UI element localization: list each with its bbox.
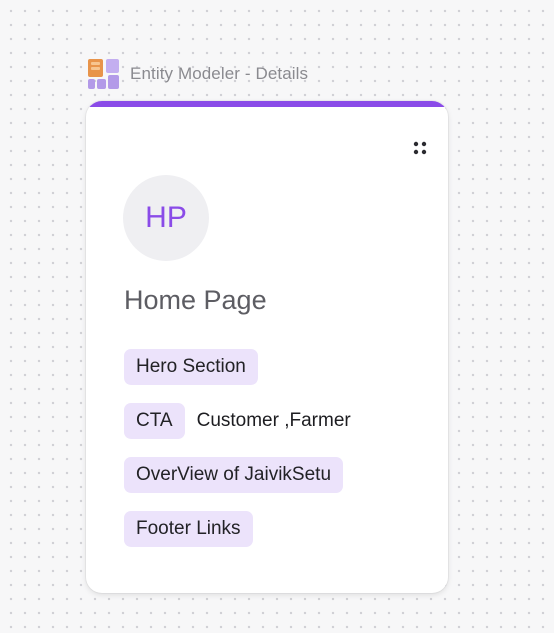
- field-row-cta: CTA Customer ,Farmer: [124, 403, 351, 439]
- card-accent-bar: [86, 101, 448, 107]
- avatar: HP: [123, 175, 209, 261]
- field-value: Customer ,Farmer: [196, 410, 351, 431]
- field-tag[interactable]: CTA: [124, 403, 185, 439]
- entity-title: Home Page: [124, 285, 267, 315]
- entity-modeler-app-icon: [88, 59, 119, 89]
- canvas[interactable]: Entity Modeler - Details HP Home Page He…: [0, 0, 554, 633]
- field-tag[interactable]: OverView of JaivikSetu: [124, 457, 344, 493]
- frame-title: Entity Modeler - Details: [130, 64, 309, 83]
- field-row-hero-section: Hero Section: [124, 349, 258, 385]
- field-tag[interactable]: Hero Section: [124, 349, 258, 385]
- field-tag[interactable]: Footer Links: [124, 511, 253, 547]
- entity-card[interactable]: HP Home Page Hero Section CTA Customer ,…: [86, 101, 448, 593]
- drag-handle-icon[interactable]: [413, 141, 427, 155]
- field-row-overview: OverView of JaivikSetu: [124, 457, 344, 493]
- frame-label[interactable]: Entity Modeler - Details: [86, 56, 308, 92]
- field-row-footer-links: Footer Links: [124, 511, 253, 547]
